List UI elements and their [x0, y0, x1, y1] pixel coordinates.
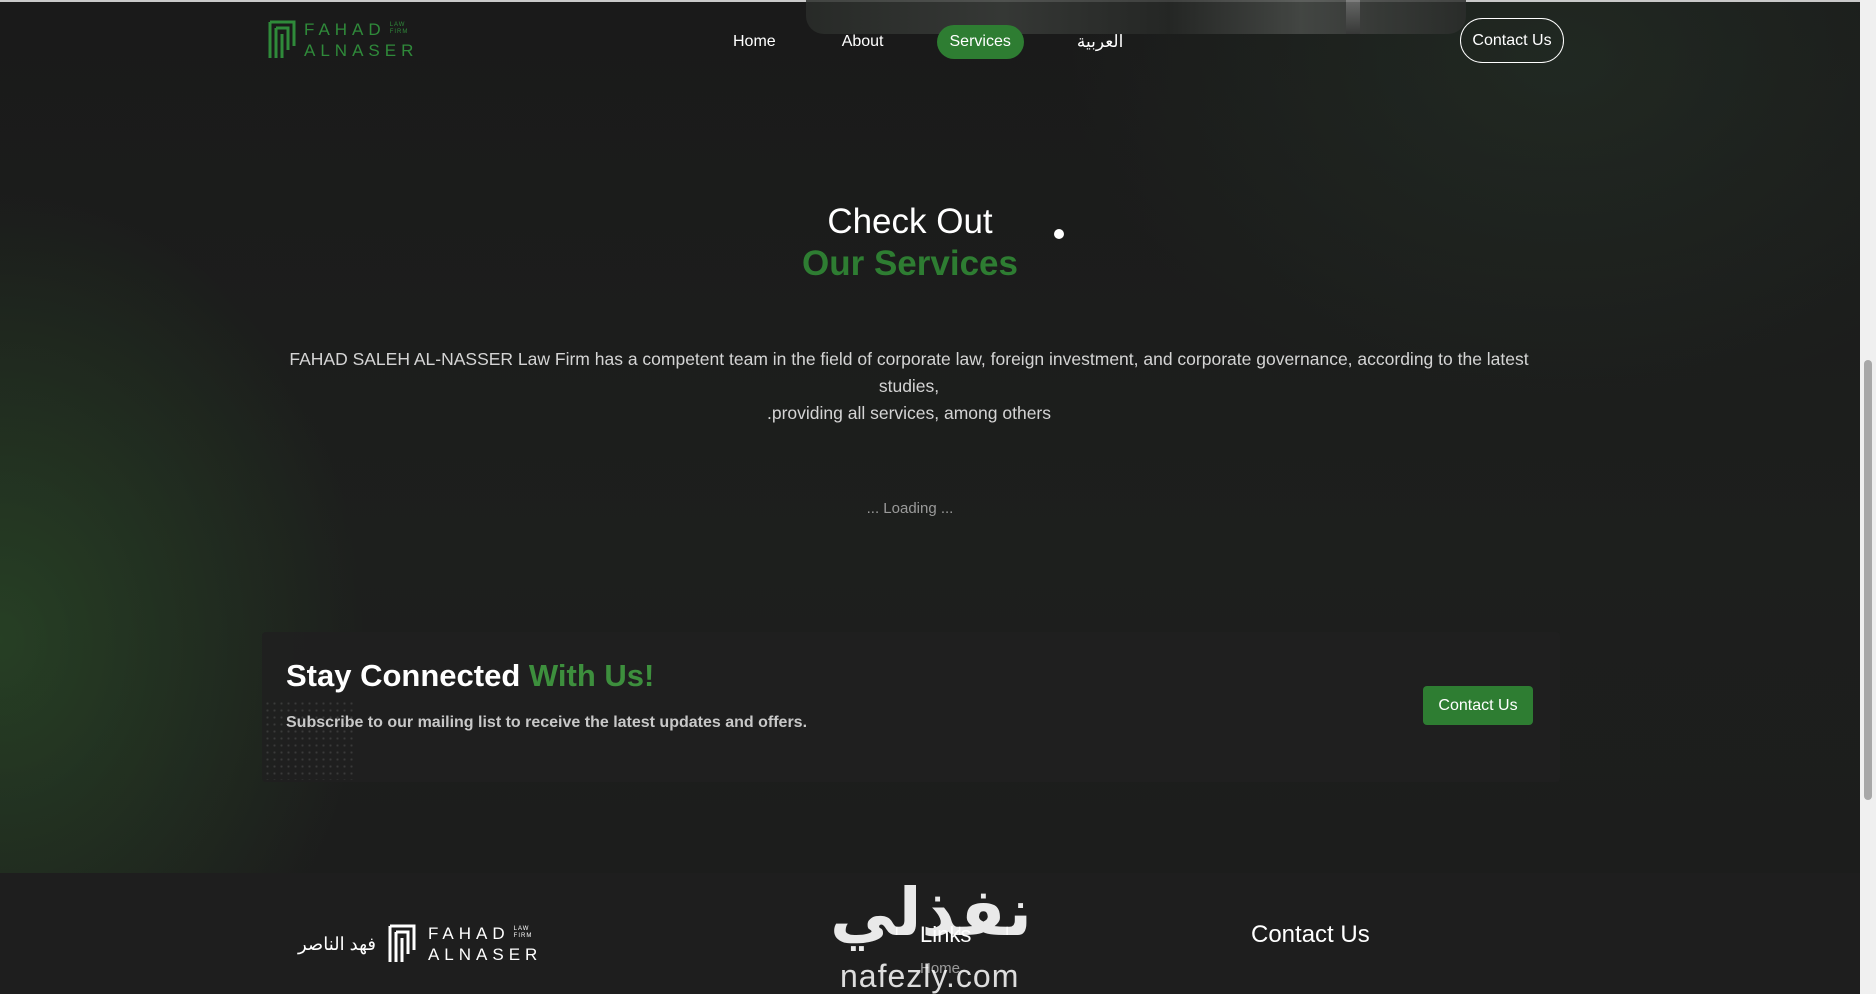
footer-logo-text: FAHAD LAW FIRM ALNASER: [428, 925, 542, 963]
fahad-alnaser-logo-icon: [268, 20, 296, 58]
fahad-alnaser-logo-icon: [388, 924, 416, 962]
newsletter-contact-button[interactable]: Contact Us: [1423, 686, 1533, 725]
logo-law: LAW: [389, 22, 406, 28]
cursor-dot: [1054, 229, 1064, 239]
services-description-line1: FAHAD SALEH AL-NASSER Law Firm has a com…: [289, 349, 1529, 396]
header-logo[interactable]: FAHAD LAW FIRM ALNASER: [268, 20, 418, 60]
nafezly-watermark: نفذلي nafezly.com: [830, 880, 1052, 994]
logo-text: FAHAD LAW FIRM ALNASER: [304, 21, 418, 59]
footer-arabic-name: فهد الناصر: [298, 933, 376, 954]
services-title-line2: Our Services: [802, 244, 1018, 283]
newsletter-title-green: With Us!: [528, 658, 655, 693]
logo-firm: FIRM: [389, 29, 409, 35]
watermark-latin: nafezly.com: [840, 958, 1020, 994]
loading-indicator: ... Loading ...: [866, 500, 954, 517]
newsletter-card: [262, 632, 1560, 782]
services-description-line2: .providing all services, among others: [766, 403, 1052, 423]
main-nav: Home About Services العربية: [720, 24, 1136, 60]
logo-word-alnaser: ALNASER: [304, 41, 419, 60]
footer-logo-law: LAW: [513, 926, 530, 932]
scrollbar-thumb[interactable]: [1864, 360, 1872, 800]
logo-word-fahad: FAHAD: [304, 20, 386, 39]
newsletter-title-white: Stay Connected: [286, 658, 521, 693]
page-background: [0, 0, 1876, 994]
services-title-line1: Check Out: [827, 202, 993, 241]
watermark-arabic: نفذلي: [830, 874, 1032, 951]
nav-services[interactable]: Services: [936, 25, 1024, 59]
decorative-dot-grid: [264, 700, 354, 780]
nav-about[interactable]: About: [829, 25, 897, 59]
newsletter-subtitle: Subscribe to our mailing list to receive…: [286, 714, 808, 731]
header-contact-button[interactable]: Contact Us: [1460, 18, 1564, 63]
newsletter-title: Stay Connected With Us!: [286, 658, 654, 694]
footer-logo-word-alnaser: ALNASER: [427, 945, 543, 964]
services-description: FAHAD SALEH AL-NASSER Law Firm has a com…: [266, 346, 1552, 427]
nav-language-arabic[interactable]: العربية: [1064, 24, 1136, 60]
footer-logo[interactable]: فهد الناصر FAHAD LAW FIRM ALNASER: [298, 924, 542, 964]
nav-home[interactable]: Home: [720, 25, 789, 59]
footer-logo-firm: FIRM: [513, 933, 533, 939]
footer-contact-title: Contact Us: [1251, 921, 1370, 948]
footer-logo-word-fahad: FAHAD: [427, 924, 510, 943]
